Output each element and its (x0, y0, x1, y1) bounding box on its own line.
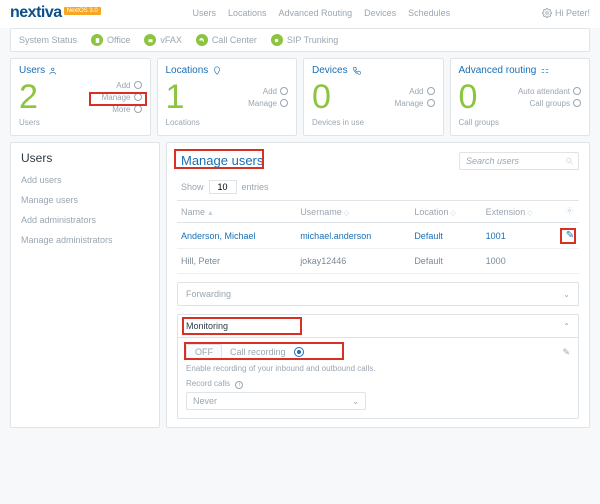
side-add-admins[interactable]: Add administrators (21, 215, 149, 225)
section-monitoring: Monitoring ⌃ OFF Call recording ✎ Enable… (177, 314, 579, 419)
app-header: nextiva NextOS 3.0 Users Locations Advan… (0, 0, 600, 28)
card-routing: Advanced routing 0 Auto attendant Call g… (450, 58, 591, 136)
phone-icon (352, 66, 362, 76)
building-icon (91, 34, 103, 46)
content-panel: Manage users Search users Show entries N… (166, 142, 590, 428)
devices-add-link[interactable]: Add (409, 87, 434, 96)
nav-schedules[interactable]: Schedules (408, 8, 450, 18)
sip-icon (271, 34, 283, 46)
routing-count: 0 (459, 80, 478, 114)
radio-selected-icon[interactable] (294, 347, 304, 357)
users-sub: Users (19, 118, 142, 127)
col-extension[interactable]: Extension◇ (482, 201, 561, 223)
sub-nav: System Status Office vFAX Call Center SI… (10, 28, 590, 52)
info-icon[interactable]: i (235, 381, 243, 389)
monitoring-header[interactable]: Monitoring ⌃ (178, 315, 578, 337)
greeting-text: Hi Peter! (555, 8, 590, 18)
chevron-down-icon: ⌄ (563, 290, 570, 299)
highlight-edit (560, 228, 576, 244)
top-nav: Users Locations Advanced Routing Devices… (192, 8, 450, 18)
nav-locations[interactable]: Locations (228, 8, 267, 18)
devices-count: 0 (312, 80, 331, 114)
col-name[interactable]: Name▲ (177, 201, 296, 223)
routing-icon (540, 66, 550, 76)
sidebar: Users Add users Manage users Add adminis… (10, 142, 160, 428)
users-table: Name▲ Username◇ Location◇ Extension◇ And… (177, 200, 579, 274)
users-count: 2 (19, 80, 38, 114)
card-users: Users 2 Add Manage More Users (10, 58, 151, 136)
tab-office[interactable]: Office (91, 34, 130, 46)
table-row[interactable]: Anderson, Michael michael.anderson Defau… (177, 223, 579, 249)
nav-devices[interactable]: Devices (364, 8, 396, 18)
gear-icon (542, 8, 552, 18)
tab-callcenter[interactable]: Call Center (196, 34, 257, 46)
col-location[interactable]: Location◇ (410, 201, 481, 223)
system-status[interactable]: System Status (19, 35, 77, 45)
search-input[interactable]: Search users (459, 152, 579, 170)
feature-label: Call recording (230, 347, 286, 357)
col-username[interactable]: Username◇ (296, 201, 410, 223)
side-manage-admins[interactable]: Manage administrators (21, 235, 149, 245)
plus-icon (134, 81, 142, 89)
table-row[interactable]: Hill, Peter jokay12446 Default 1000 (177, 249, 579, 274)
devices-manage-link[interactable]: Manage (395, 99, 435, 108)
section-forwarding: Forwarding ⌄ (177, 282, 579, 306)
locations-manage-link[interactable]: Manage (248, 99, 288, 108)
search-icon (565, 156, 574, 165)
nav-routing[interactable]: Advanced Routing (279, 8, 353, 18)
edit-row-icon[interactable]: ✎ (566, 230, 574, 241)
tab-vfax[interactable]: vFAX (144, 34, 182, 46)
pin-icon (212, 66, 222, 76)
record-select[interactable]: Never ⌄ (186, 392, 366, 410)
page-title: Manage users (177, 151, 267, 170)
record-label: Record calls (186, 379, 230, 388)
edit-feature-icon[interactable]: ✎ (562, 347, 570, 358)
locations-count: 1 (166, 80, 185, 114)
routing-aa-link[interactable]: Auto attendant (518, 87, 581, 96)
arrow-icon (134, 93, 142, 101)
nav-users[interactable]: Users (192, 8, 216, 18)
sort-icon: ◇ (344, 210, 349, 217)
chevron-up-icon: ⌃ (563, 322, 570, 331)
card-users-title: Users (19, 65, 142, 76)
side-manage-users[interactable]: Manage users (21, 195, 149, 205)
locations-add-link[interactable]: Add (263, 87, 288, 96)
users-add-link[interactable]: Add (116, 81, 141, 90)
tab-sip[interactable]: SIP Trunking (271, 34, 338, 46)
card-locations: Locations 1 Add Manage Locations (157, 58, 298, 136)
col-actions (561, 201, 579, 223)
logo-tag: NextOS 3.0 (64, 7, 101, 15)
entries-count-input[interactable] (209, 180, 237, 194)
sidebar-title: Users (21, 151, 149, 165)
users-more-link[interactable]: More (112, 105, 141, 114)
forwarding-header[interactable]: Forwarding ⌄ (178, 283, 578, 305)
entries-control: Show entries (181, 180, 579, 194)
users-manage-link[interactable]: Manage (102, 93, 142, 102)
sort-asc-icon: ▲ (207, 210, 214, 217)
gear-icon (565, 206, 574, 215)
users-icon (49, 66, 59, 76)
card-devices: Devices 0 Add Manage Devices in use (303, 58, 444, 136)
toggle-off-button[interactable]: OFF (186, 344, 222, 360)
logo-text: nextiva (10, 4, 62, 22)
arrow-icon (134, 105, 142, 113)
routing-cg-link[interactable]: Call groups (530, 99, 581, 108)
side-add-users[interactable]: Add users (21, 175, 149, 185)
user-greeting[interactable]: Hi Peter! (542, 8, 590, 18)
fax-icon (144, 34, 156, 46)
chevron-down-icon: ⌄ (352, 397, 359, 406)
feature-hint: Enable recording of your inbound and out… (186, 364, 570, 373)
headset-icon (196, 34, 208, 46)
logo: nextiva NextOS 3.0 (10, 4, 101, 22)
stat-cards: Users 2 Add Manage More Users Locations … (10, 58, 590, 136)
